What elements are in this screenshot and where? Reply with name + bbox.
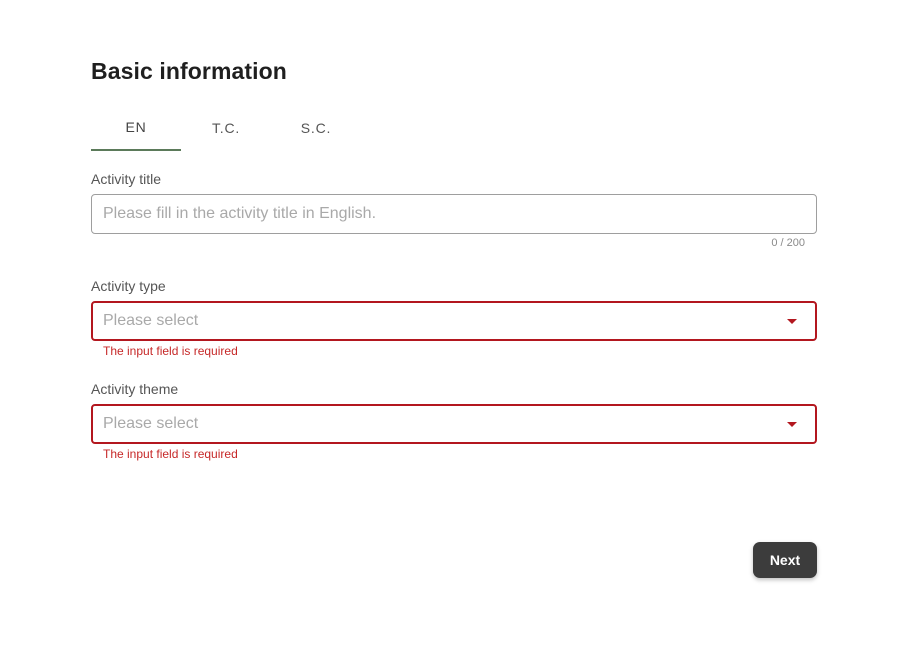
- activity-type-label: Activity type: [91, 278, 166, 294]
- activity-theme-select[interactable]: Please select: [91, 404, 817, 444]
- language-tabs: EN T.C. S.C.: [91, 108, 361, 153]
- activity-type-placeholder: Please select: [103, 312, 199, 329]
- page-title: Basic information: [91, 58, 287, 84]
- activity-theme-placeholder: Please select: [103, 415, 199, 432]
- activity-theme-label: Activity theme: [91, 381, 179, 397]
- activity-theme-error: The input field is required: [103, 447, 238, 461]
- activity-title-input[interactable]: [91, 194, 817, 234]
- tab-sc[interactable]: S.C.: [271, 108, 361, 151]
- activity-type-error: The input field is required: [103, 344, 238, 358]
- basic-information-page: Basic information EN T.C. S.C. Activity …: [0, 0, 902, 648]
- next-button[interactable]: Next: [753, 542, 817, 578]
- tab-en[interactable]: EN: [91, 108, 181, 151]
- activity-title-char-counter: 0 / 200: [771, 237, 805, 249]
- caret-down-icon: [787, 319, 797, 324]
- tab-tc[interactable]: T.C.: [181, 108, 271, 151]
- caret-down-icon: [787, 422, 797, 427]
- activity-title-label: Activity title: [91, 171, 162, 187]
- activity-type-select[interactable]: Please select: [91, 301, 817, 341]
